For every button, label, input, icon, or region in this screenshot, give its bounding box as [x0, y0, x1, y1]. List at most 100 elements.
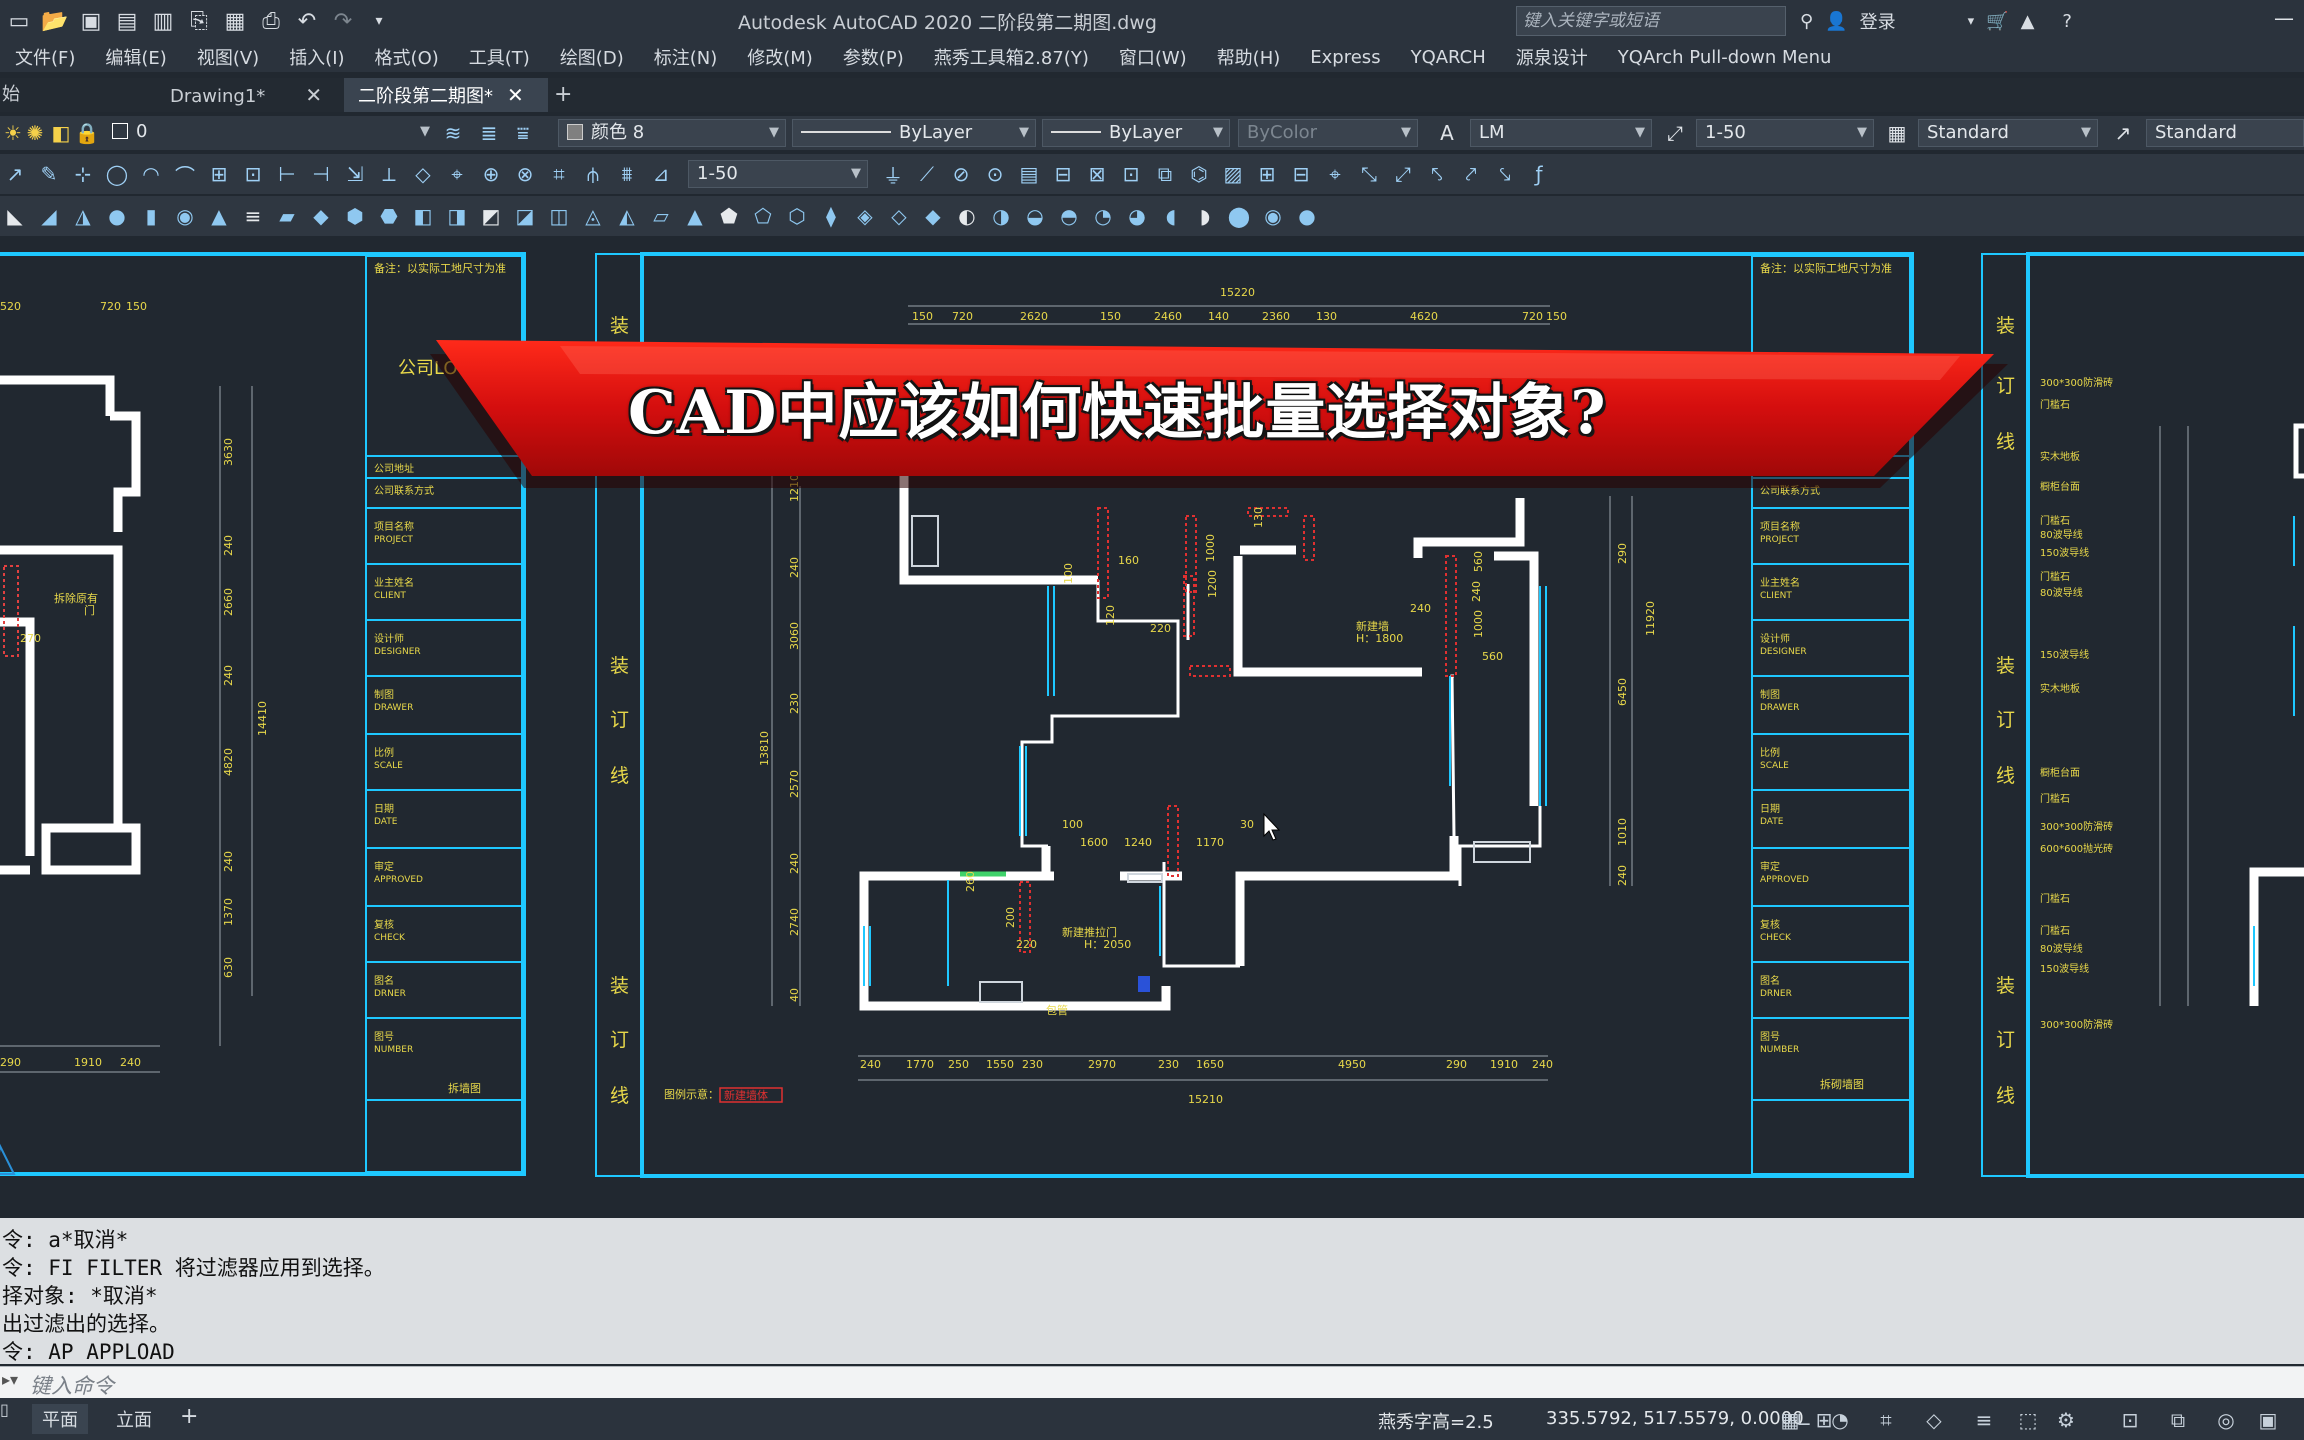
toolbar-tool-icon[interactable]: ⊗	[512, 161, 538, 187]
selection-cycling-icon[interactable]: ⬚	[2014, 1406, 2042, 1434]
modeling-tool-icon[interactable]: ◖	[1158, 203, 1184, 229]
modeling-tool-icon[interactable]: ◢	[36, 203, 62, 229]
toolbar-tool-icon[interactable]: ⩩	[614, 161, 640, 187]
dim-style-icon[interactable]: ⤢	[1662, 120, 1688, 146]
dim-scale-dropdown[interactable]: 1-50 ▼	[1696, 119, 1874, 147]
menu-item[interactable]: 绘图(D)	[545, 44, 639, 70]
modeling-tool-icon[interactable]: ◣	[2, 203, 28, 229]
toolbar-tool-icon[interactable]: ⊘	[948, 161, 974, 187]
add-layout-plus-icon[interactable]: +	[180, 1404, 198, 1429]
toolbar-tool-icon[interactable]: ⊡	[1118, 161, 1144, 187]
toolbar-tool-icon[interactable]: ⤢	[1390, 161, 1416, 187]
modeling-tool-icon[interactable]: ◭	[614, 203, 640, 229]
toolbar-tool-icon[interactable]: ▨	[1220, 161, 1246, 187]
modeling-tool-icon[interactable]: ⬟	[716, 203, 742, 229]
modeling-tool-icon[interactable]: ◑	[988, 203, 1014, 229]
modeling-tool-icon[interactable]: ⬤	[1226, 203, 1252, 229]
modeling-tool-icon[interactable]: ◆	[920, 203, 946, 229]
model-tab-edge[interactable]: ▯	[0, 1400, 14, 1436]
modeling-tool-icon[interactable]: ●	[1294, 203, 1320, 229]
menu-item[interactable]: 修改(M)	[732, 44, 828, 70]
hardware-accel-icon[interactable]: ◎	[2212, 1406, 2240, 1434]
toolbar-tool-icon[interactable]: ⊕	[478, 161, 504, 187]
ortho-icon[interactable]: ∟	[1790, 1406, 1818, 1434]
undo-icon[interactable]: ↶	[292, 6, 322, 36]
color-dropdown[interactable]: 颜色 8 ▼	[558, 119, 786, 147]
login-link[interactable]: 登录	[1860, 8, 1896, 34]
isolate-icon[interactable]: ⧉	[2164, 1406, 2192, 1434]
search-input[interactable]: 键入关键字或短语	[1516, 6, 1786, 36]
modeling-tool-icon[interactable]: ⧫	[818, 203, 844, 229]
toolbar-tool-icon[interactable]: ⊞	[206, 161, 232, 187]
settings-gear-icon[interactable]: ⚙	[2052, 1406, 2080, 1434]
batch-plot-icon[interactable]: ▦	[220, 6, 250, 36]
modeling-tool-icon[interactable]: ◔	[1090, 203, 1116, 229]
osnap-icon[interactable]: ⌗	[1872, 1406, 1900, 1434]
toolbar-tool-icon[interactable]: ⊣	[308, 161, 334, 187]
modeling-tool-icon[interactable]: ▲	[206, 203, 232, 229]
toolbar-tool-icon[interactable]: ƒ	[1526, 161, 1552, 187]
autodesk-app-icon[interactable]: ▲	[2021, 11, 2035, 32]
modeling-tool-icon[interactable]: ⬠	[750, 203, 776, 229]
customize-icon[interactable]: ▣	[2254, 1406, 2282, 1434]
table-style-icon[interactable]: ▦	[1884, 120, 1910, 146]
table-style-dropdown[interactable]: Standard	[2146, 119, 2304, 147]
help-icon[interactable]: ?	[2062, 11, 2072, 32]
toolbar-tool-icon[interactable]: ⤡	[1356, 161, 1382, 187]
toolbar-tool-icon[interactable]: ⊟	[1288, 161, 1314, 187]
menu-item[interactable]: 帮助(H)	[1202, 44, 1296, 70]
save-as-icon[interactable]: ▤	[112, 6, 142, 36]
layer-state-icon[interactable]: ⩸	[510, 120, 536, 146]
toolbar-tool-icon[interactable]: ◠	[138, 161, 164, 187]
toolbar-tool-icon[interactable]: ⤤	[1458, 161, 1484, 187]
menu-item[interactable]: 源泉设计	[1501, 44, 1603, 70]
command-chevron-icon[interactable]: ▸▾	[2, 1370, 18, 1389]
linetype-dropdown[interactable]: ByLayer ▼	[792, 119, 1036, 147]
modeling-tool-icon[interactable]: ⬡	[784, 203, 810, 229]
toolbar-tool-icon[interactable]: ⫛	[580, 161, 606, 187]
toolbar-tool-icon[interactable]: ⊿	[648, 161, 674, 187]
export-icon[interactable]: ⎘	[184, 6, 214, 36]
plotstyle-dropdown[interactable]: ByColor ▼	[1238, 119, 1418, 147]
toolbar-tool-icon[interactable]: ⌬	[1186, 161, 1212, 187]
cart-icon[interactable]: 🛒	[1986, 11, 2008, 32]
chevron-down-icon[interactable]: ▾	[1968, 14, 1975, 29]
toolbar-tool-icon[interactable]: ⊙	[982, 161, 1008, 187]
polar-icon[interactable]: ◔	[1826, 1406, 1854, 1434]
modeling-tool-icon[interactable]: ▮	[138, 203, 164, 229]
save-icon[interactable]: ▣	[76, 6, 106, 36]
modeling-tool-icon[interactable]: ≡	[240, 203, 266, 229]
menu-item[interactable]: 插入(I)	[274, 44, 359, 70]
toolbar-tool-icon[interactable]: ⌒	[172, 161, 198, 188]
lineweight-dropdown[interactable]: ByLayer ▼	[1042, 119, 1230, 147]
menu-item[interactable]: 窗口(W)	[1104, 44, 1202, 70]
tab-current-drawing[interactable]: 二阶段第二期图* ✕	[344, 78, 548, 112]
menu-item[interactable]: 标注(N)	[639, 44, 733, 70]
modeling-tool-icon[interactable]: ⬣	[376, 203, 402, 229]
toolbar-tool-icon[interactable]: ⤣	[1424, 161, 1450, 187]
tab-drawing1[interactable]: Drawing1* ✕	[160, 78, 350, 112]
dimstyle-dropdown[interactable]: Standard ▼	[1918, 119, 2098, 147]
close-icon[interactable]: ✕	[507, 83, 524, 107]
toolbar-tool-icon[interactable]: ⤥	[1492, 161, 1518, 187]
minimize-button[interactable]: —	[2274, 6, 2294, 30]
modeling-tool-icon[interactable]: ◓	[1056, 203, 1082, 229]
toolbar-tool-icon[interactable]: ↗	[2, 161, 28, 187]
toolbar-tool-icon[interactable]: ⟋	[914, 161, 940, 187]
annotation-scale-dropdown[interactable]: 1-50 ▼	[688, 160, 868, 188]
layer-previous-icon[interactable]: ≣	[476, 120, 502, 146]
command-input[interactable]	[0, 1366, 2304, 1399]
redo-icon[interactable]: ↷	[328, 6, 358, 36]
text-style-dropdown[interactable]: LM ▼	[1470, 119, 1652, 147]
modeling-tool-icon[interactable]: ▱	[648, 203, 674, 229]
layout-tab-elevation[interactable]: 立面	[110, 1404, 158, 1434]
modeling-tool-icon[interactable]: ◕	[1124, 203, 1150, 229]
modeling-tool-icon[interactable]: ◈	[852, 203, 878, 229]
toolbar-tool-icon[interactable]: ⌖	[444, 161, 470, 187]
workspace-icon[interactable]: ⊡	[2116, 1406, 2144, 1434]
modeling-tool-icon[interactable]: ▰	[274, 203, 300, 229]
modeling-tool-icon[interactable]: ⬢	[342, 203, 368, 229]
lineweight-icon[interactable]: ≡	[1970, 1406, 1998, 1434]
toolbar-tool-icon[interactable]: ⧉	[1152, 161, 1178, 187]
menu-item[interactable]: 工具(T)	[454, 44, 545, 70]
